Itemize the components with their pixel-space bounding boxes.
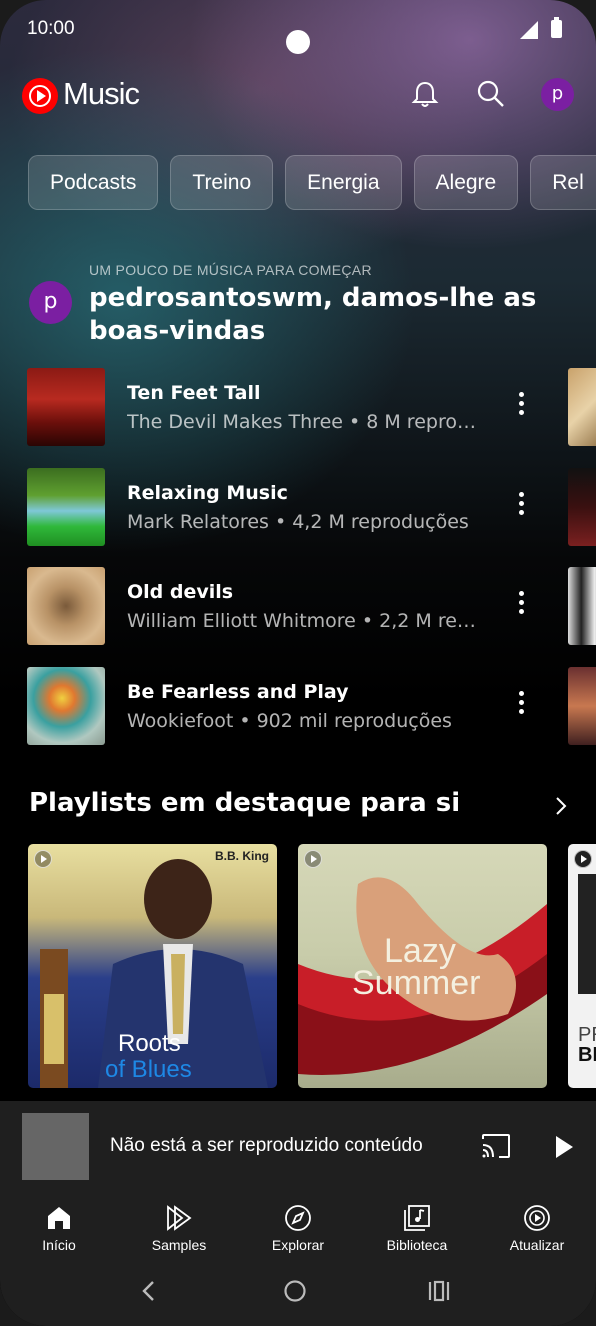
more-options-icon[interactable]	[512, 691, 530, 721]
album-art-thumbnail	[27, 567, 105, 645]
welcome-avatar: p	[29, 281, 72, 324]
logo-text: Music	[63, 76, 140, 111]
song-title: Ten Feet Tall	[127, 382, 261, 404]
album-art-thumbnail	[27, 468, 105, 546]
samples-icon	[167, 1205, 192, 1231]
home-circle-icon[interactable]	[283, 1279, 307, 1303]
nav-samples[interactable]: Samples	[129, 1203, 229, 1253]
chip-relax[interactable]: Rel	[530, 155, 596, 210]
nav-label: Explorar	[271, 1237, 325, 1253]
system-navigation-bar	[0, 1275, 596, 1307]
playlist-cover-title-line1: Roots	[118, 1030, 181, 1057]
song-subtitle: The Devil Makes Three • 8 M reproduções	[127, 411, 487, 433]
playlist-card[interactable]: B.B. King Roots of Blues	[28, 844, 277, 1088]
welcome-title: pedrosantoswm, damos-lhe as boas-vindas	[89, 283, 537, 346]
battery-icon	[551, 17, 562, 38]
song-title: Old devils	[127, 581, 234, 603]
now-playing-text: Não está a ser reproduzido conteúdo	[110, 1135, 423, 1156]
playlist-cover-title-line2: Summer	[352, 964, 481, 1002]
song-row[interactable]: Relaxing Music Mark Relatores • 4,2 M re…	[0, 468, 596, 548]
recents-icon[interactable]	[427, 1279, 451, 1303]
album-art-thumbnail[interactable]	[568, 667, 596, 745]
now-playing-art	[22, 1113, 89, 1180]
welcome-subtitle: UM POUCO DE MÚSICA PARA COMEÇAR	[89, 262, 372, 278]
top-app-bar: Music p	[0, 74, 596, 118]
status-time: 10:00	[27, 18, 75, 39]
playlist-card[interactable]: PR BR	[568, 844, 596, 1088]
chevron-right-icon[interactable]	[551, 793, 571, 819]
nav-explore[interactable]: Explorar	[248, 1203, 348, 1253]
notifications-bell-icon[interactable]	[409, 78, 441, 110]
search-icon[interactable]	[475, 78, 507, 110]
more-options-icon[interactable]	[512, 392, 530, 422]
song-title: Be Fearless and Play	[127, 681, 349, 703]
upgrade-play-icon	[524, 1205, 550, 1231]
nav-label: Atualizar	[509, 1237, 565, 1253]
cast-icon[interactable]	[481, 1133, 511, 1159]
playlist-cover-artist: B.B. King	[215, 849, 269, 863]
song-row[interactable]: Ten Feet Tall The Devil Makes Three • 8 …	[0, 368, 596, 448]
status-bar: 10:00	[0, 0, 596, 60]
phone-screen: 10:00 Music p Podcasts Treino Energia Alegr…	[0, 0, 596, 1326]
song-subtitle: William Elliott Whitmore • 2,2 M reprodu…	[127, 610, 487, 632]
nav-home[interactable]: Início	[9, 1203, 109, 1253]
album-art-thumbnail	[27, 368, 105, 446]
account-avatar[interactable]: p	[541, 78, 574, 111]
mood-chips: Podcasts Treino Energia Alegre Rel	[28, 155, 596, 211]
more-options-icon[interactable]	[512, 591, 530, 621]
play-icon[interactable]	[553, 1134, 575, 1160]
chip-treino[interactable]: Treino	[170, 155, 274, 210]
nav-label: Início	[42, 1237, 76, 1253]
song-title: Relaxing Music	[127, 482, 288, 504]
chip-energia[interactable]: Energia	[285, 155, 402, 210]
playlist-carousel: B.B. King Roots of Blues Lazy Summer PR …	[0, 844, 596, 1088]
mini-player[interactable]: Não está a ser reproduzido conteúdo	[0, 1101, 596, 1193]
signal-icon	[520, 21, 538, 39]
album-art-thumbnail[interactable]	[568, 368, 596, 446]
playlist-card[interactable]: Lazy Summer	[298, 844, 547, 1088]
album-art-thumbnail	[27, 667, 105, 745]
playlist-cover-title-line2: BR	[578, 1044, 596, 1066]
chip-podcasts[interactable]: Podcasts	[28, 155, 159, 210]
playlist-cover-title-line2: of Blues	[105, 1056, 192, 1083]
nav-label: Biblioteca	[386, 1237, 448, 1253]
library-icon	[404, 1205, 430, 1231]
song-subtitle: Mark Relatores • 4,2 M reproduções	[127, 511, 469, 533]
section-title: Playlists em destaque para si	[29, 788, 461, 818]
nav-label: Samples	[151, 1237, 207, 1253]
compass-icon	[285, 1205, 311, 1231]
more-options-icon[interactable]	[512, 492, 530, 522]
back-icon[interactable]	[140, 1279, 158, 1303]
nav-library[interactable]: Biblioteca	[367, 1203, 467, 1253]
home-icon	[48, 1207, 70, 1229]
camera-cutout	[286, 30, 310, 54]
playlist-badge-icon	[574, 850, 592, 868]
song-row[interactable]: Be Fearless and Play Wookiefoot • 902 mi…	[0, 667, 596, 747]
album-art-thumbnail[interactable]	[568, 468, 596, 546]
song-subtitle: Wookiefoot • 902 mil reproduções	[127, 710, 452, 732]
song-row[interactable]: Old devils William Elliott Whitmore • 2,…	[0, 567, 596, 647]
chip-alegre[interactable]: Alegre	[413, 155, 519, 210]
album-art-thumbnail[interactable]	[568, 567, 596, 645]
playlist-cover-art	[578, 874, 596, 994]
nav-upgrade[interactable]: Atualizar	[487, 1203, 587, 1253]
